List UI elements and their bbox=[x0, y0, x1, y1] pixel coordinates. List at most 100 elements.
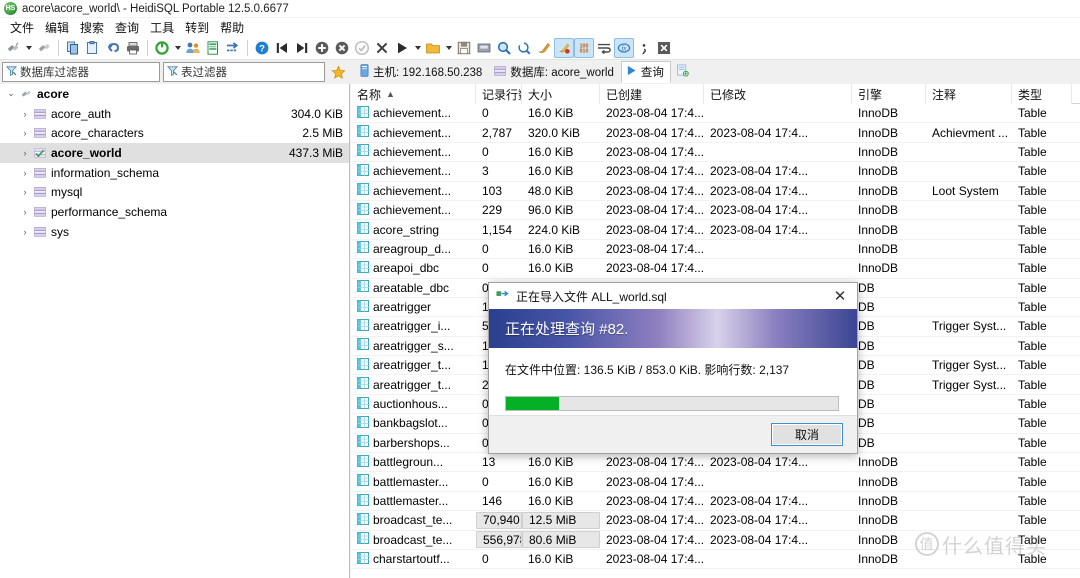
grid-column-header-name[interactable]: 名称 ▲ bbox=[351, 84, 476, 104]
table-cell-name[interactable]: areapoi_dbc bbox=[351, 259, 476, 278]
table-cell-name[interactable]: broadcast_te... bbox=[351, 530, 476, 549]
refresh-icon[interactable] bbox=[152, 38, 172, 58]
table-cell-name[interactable]: areatrigger_s... bbox=[351, 336, 476, 355]
table-cell-size[interactable]: 48.0 KiB bbox=[522, 181, 600, 200]
grid-column-header-modified[interactable]: 已修改 bbox=[704, 84, 852, 104]
line-numbers-icon[interactable]: 100 010 bbox=[574, 37, 594, 58]
table-cell-size[interactable]: 16.0 KiB bbox=[522, 453, 600, 472]
table-cell-engine[interactable]: InnoDB bbox=[852, 491, 926, 510]
star-icon[interactable] bbox=[329, 63, 348, 81]
table-cell-type[interactable]: Table bbox=[1012, 394, 1072, 413]
table-row[interactable]: battlemaster... 0 16.0 KiB 2023-08-04 17:4.… bbox=[351, 472, 1080, 492]
table-cell-comment[interactable] bbox=[926, 530, 1012, 549]
table-cell-comment[interactable] bbox=[926, 491, 1012, 510]
table-cell-created[interactable]: 2023-08-04 17:4... bbox=[600, 259, 704, 278]
table-cell-type[interactable]: Table bbox=[1012, 336, 1072, 355]
chevron-right-icon[interactable]: › bbox=[18, 148, 32, 158]
chevron-right-icon[interactable]: › bbox=[18, 168, 32, 178]
table-cell-name[interactable]: achievement... bbox=[351, 123, 476, 142]
table-cell-comment[interactable]: Trigger Syst... bbox=[926, 356, 1012, 375]
table-cell-comment[interactable] bbox=[926, 142, 1012, 161]
table-cell-engine[interactable]: DB bbox=[852, 317, 926, 336]
table-cell-modified[interactable]: 2023-08-04 17:4... bbox=[704, 491, 852, 510]
table-cell-type[interactable]: Table bbox=[1012, 375, 1072, 394]
table-cell-engine[interactable]: InnoDB bbox=[852, 104, 926, 123]
help-icon[interactable]: ? bbox=[252, 38, 272, 58]
table-cell-size[interactable]: 16.0 KiB bbox=[522, 472, 600, 491]
word-wrap-icon[interactable] bbox=[594, 38, 614, 58]
save-icon[interactable] bbox=[454, 38, 474, 58]
tree-item-performance_schema[interactable]: › performance_schema bbox=[0, 202, 349, 222]
menu-item-goto[interactable]: 转到 bbox=[180, 18, 215, 37]
table-cell-comment[interactable] bbox=[926, 433, 1012, 452]
grid-column-header-rows[interactable]: 记录行数 bbox=[476, 84, 522, 104]
table-cell-engine[interactable]: DB bbox=[852, 297, 926, 316]
table-cell-name[interactable]: achievement... bbox=[351, 104, 476, 123]
format-sql-icon[interactable] bbox=[534, 38, 554, 58]
table-cell-created[interactable]: 2023-08-04 17:4... bbox=[600, 142, 704, 161]
table-cell-type[interactable]: Table bbox=[1012, 259, 1072, 278]
table-cell-rows[interactable]: 556,978 bbox=[476, 531, 522, 549]
table-row[interactable]: broadcast_te... 70,940 12.5 MiB 2023-08-04 … bbox=[351, 511, 1080, 531]
tab-database[interactable]: 数据库: acore_world bbox=[489, 61, 621, 83]
table-cell-engine[interactable]: InnoDB bbox=[852, 472, 926, 491]
table-cell-created[interactable]: 2023-08-04 17:4... bbox=[600, 472, 704, 491]
table-cell-engine[interactable]: DB bbox=[852, 414, 926, 433]
table-cell-name[interactable]: areatrigger_t... bbox=[351, 375, 476, 394]
table-cell-engine[interactable]: DB bbox=[852, 356, 926, 375]
table-cell-type[interactable]: Table bbox=[1012, 317, 1072, 336]
query-helpers-icon[interactable]: fx bbox=[614, 37, 634, 58]
tree-item-sys[interactable]: › sys bbox=[0, 222, 349, 242]
refresh-dropdown-arrow[interactable] bbox=[172, 38, 183, 58]
find-icon[interactable] bbox=[494, 38, 514, 58]
table-cell-modified[interactable]: 2023-08-04 17:4... bbox=[704, 511, 852, 530]
table-cell-created[interactable]: 2023-08-04 17:4... bbox=[600, 220, 704, 239]
table-cell-type[interactable]: Table bbox=[1012, 239, 1072, 258]
table-cell-type[interactable]: Table bbox=[1012, 200, 1072, 219]
delete-row-icon[interactable] bbox=[332, 38, 352, 58]
table-cell-modified[interactable]: 2023-08-04 17:4... bbox=[704, 453, 852, 472]
table-cell-type[interactable]: Table bbox=[1012, 278, 1072, 297]
open-dropdown-arrow[interactable] bbox=[443, 38, 454, 58]
table-cell-size[interactable]: 16.0 KiB bbox=[522, 549, 600, 568]
table-cell-created[interactable]: 2023-08-04 17:4... bbox=[600, 549, 704, 568]
table-cell-size[interactable]: 96.0 KiB bbox=[522, 200, 600, 219]
table-cell-comment[interactable] bbox=[926, 297, 1012, 316]
grid-column-header-size[interactable]: 大小 bbox=[522, 84, 600, 104]
table-cell-comment[interactable]: Achievment ... bbox=[926, 123, 1012, 142]
table-cell-name[interactable]: areatrigger_i... bbox=[351, 317, 476, 336]
tree-item-acore_world[interactable]: › acore_world 437.3 MiB bbox=[0, 143, 349, 163]
grid-column-header-created[interactable]: 已创建 bbox=[600, 84, 704, 104]
table-cell-type[interactable]: Table bbox=[1012, 181, 1072, 200]
table-cell-modified[interactable]: 2023-08-04 17:4... bbox=[704, 123, 852, 142]
table-row[interactable]: broadcast_te... 556,978 80.6 MiB 2023-08-04… bbox=[351, 531, 1080, 550]
close-icon[interactable]: ✕ bbox=[823, 283, 857, 309]
table-cell-rows[interactable]: 13 bbox=[476, 453, 522, 472]
table-cell-comment[interactable] bbox=[926, 278, 1012, 297]
table-cell-engine[interactable]: DB bbox=[852, 278, 926, 297]
table-cell-name[interactable]: achievement... bbox=[351, 162, 476, 181]
table-cell-type[interactable]: Table bbox=[1012, 414, 1072, 433]
table-cell-size[interactable]: 16.0 KiB bbox=[522, 142, 600, 161]
run-dropdown-arrow[interactable] bbox=[412, 38, 423, 58]
menu-item-help[interactable]: 帮助 bbox=[215, 18, 250, 37]
table-cell-type[interactable]: Table bbox=[1012, 356, 1072, 375]
table-cell-rows[interactable]: 0 bbox=[476, 239, 522, 258]
tab-query[interactable]: 查询 bbox=[620, 61, 671, 83]
table-cell-modified[interactable]: 2023-08-04 17:4... bbox=[704, 200, 852, 219]
grid-column-header-type[interactable]: 类型 bbox=[1012, 84, 1072, 104]
users-icon[interactable] bbox=[183, 38, 203, 58]
table-cell-created[interactable]: 2023-08-04 17:4... bbox=[600, 511, 704, 530]
table-cell-engine[interactable]: DB bbox=[852, 336, 926, 355]
table-cell-created[interactable]: 2023-08-04 17:4... bbox=[600, 530, 704, 549]
table-cell-modified[interactable] bbox=[704, 259, 852, 278]
table-row[interactable]: areagroup_d... 0 16.0 KiB 2023-08-04 17:4..… bbox=[351, 239, 1080, 260]
tree-root-acore[interactable]: ⌄ acore bbox=[0, 84, 349, 104]
table-cell-rows[interactable]: 103 bbox=[476, 181, 522, 200]
table-cell-size[interactable]: 16.0 KiB bbox=[522, 104, 600, 123]
table-cell-comment[interactable] bbox=[926, 200, 1012, 219]
table-cell-engine[interactable]: InnoDB bbox=[852, 142, 926, 161]
paste-icon[interactable] bbox=[83, 38, 103, 58]
table-cell-modified[interactable]: 2023-08-04 17:4... bbox=[704, 530, 852, 549]
table-cell-name[interactable]: barbershops... bbox=[351, 433, 476, 452]
